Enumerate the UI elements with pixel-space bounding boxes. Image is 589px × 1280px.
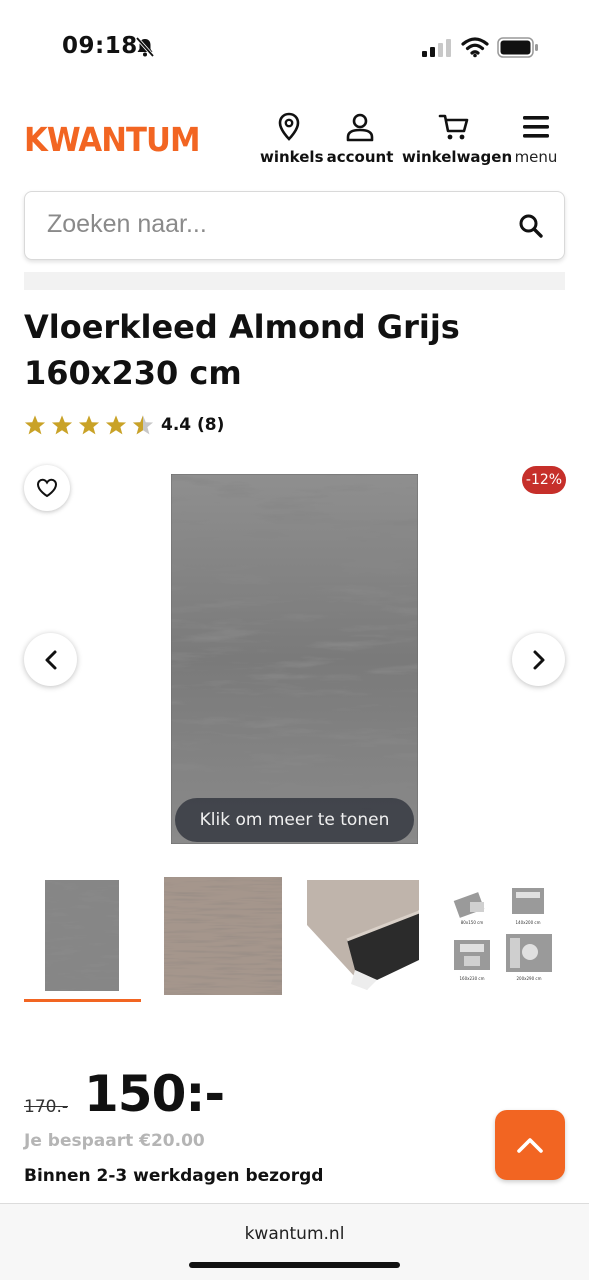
site-header: KWANTUM winkels account winkelwagen menu	[0, 100, 589, 180]
nav-label-winkels: winkels	[260, 148, 324, 166]
thumbnail-rug-front[interactable]	[45, 880, 119, 991]
wifi-icon	[461, 37, 489, 58]
battery-icon	[497, 37, 538, 58]
search-bar[interactable]: Zoeken naar...	[24, 191, 565, 260]
old-price: 170.-	[24, 1097, 68, 1117]
cart-icon	[438, 114, 469, 140]
cellular-signal-icon	[422, 39, 451, 57]
chevron-right-icon	[533, 650, 544, 669]
nav-label-account: account	[326, 148, 394, 166]
gallery-next-button[interactable]	[512, 633, 565, 686]
heart-icon	[36, 478, 58, 498]
size-label: 80x150 cm	[461, 920, 484, 925]
half-star-icon	[132, 415, 154, 435]
nav-menu[interactable]: menu	[514, 112, 558, 166]
star-icon	[51, 415, 73, 435]
thumbnail-strip: 80x150 cm 140x200 cm 160x230 cm 200x290 …	[0, 872, 589, 1007]
favorite-button[interactable]	[24, 465, 70, 511]
browser-address-bar: kwantum.nl	[0, 1203, 589, 1280]
size-label: 160x230 cm	[459, 976, 484, 981]
nav-account[interactable]: account	[326, 112, 394, 166]
delivery-text: Binnen 2-3 werkdagen bezorgd	[24, 1166, 324, 1186]
url-text[interactable]: kwantum.nl	[0, 1224, 589, 1244]
rug-main-image[interactable]	[171, 474, 418, 844]
product-title: Vloerkleed Almond Grijs 160x230 cm	[24, 308, 460, 392]
nav-winkelwagen[interactable]: winkelwagen	[402, 112, 513, 166]
home-indicator[interactable]	[189, 1262, 400, 1268]
chevron-left-icon	[45, 650, 56, 669]
product-gallery: -12% Klik om meer te tonen	[0, 460, 589, 855]
status-time: 09:18	[62, 33, 138, 59]
chevron-up-icon	[517, 1138, 543, 1153]
current-price: 150:-	[84, 1065, 225, 1123]
kwantum-logo[interactable]: KWANTUM	[24, 120, 201, 159]
product-rating[interactable]: 4.4 (8)	[24, 414, 224, 436]
size-label: 140x200 cm	[515, 920, 540, 925]
size-label: 200x290 cm	[516, 976, 541, 981]
star-icon	[78, 415, 100, 435]
thumbnail-rug-backside[interactable]	[307, 880, 419, 992]
divider-strip	[24, 272, 565, 290]
bell-muted-icon	[135, 36, 155, 58]
user-icon	[346, 113, 374, 142]
hamburger-icon	[523, 116, 549, 138]
location-pin-icon	[278, 112, 300, 141]
active-thumbnail-indicator	[24, 999, 141, 1002]
nav-label-winkelwagen: winkelwagen	[402, 148, 513, 166]
nav-label-menu: menu	[514, 148, 558, 166]
thumbnail-size-guide[interactable]: 80x150 cm 140x200 cm 160x230 cm 200x290 …	[450, 882, 556, 988]
show-more-button[interactable]: Klik om meer te tonen	[175, 798, 414, 842]
search-icon[interactable]	[518, 213, 544, 239]
savings-text: Je bespaart €20.00	[24, 1131, 205, 1151]
star-icon	[105, 415, 127, 435]
gallery-prev-button[interactable]	[24, 633, 77, 686]
star-icon	[24, 415, 46, 435]
nav-winkels[interactable]: winkels	[260, 112, 324, 166]
status-bar: 09:18	[0, 0, 589, 95]
thumbnail-rug-closeup[interactable]	[164, 877, 282, 995]
scroll-to-top-button[interactable]	[495, 1110, 565, 1180]
discount-badge: -12%	[522, 466, 566, 494]
search-input[interactable]: Zoeken naar...	[47, 210, 207, 239]
rating-text: 4.4 (8)	[161, 415, 225, 435]
